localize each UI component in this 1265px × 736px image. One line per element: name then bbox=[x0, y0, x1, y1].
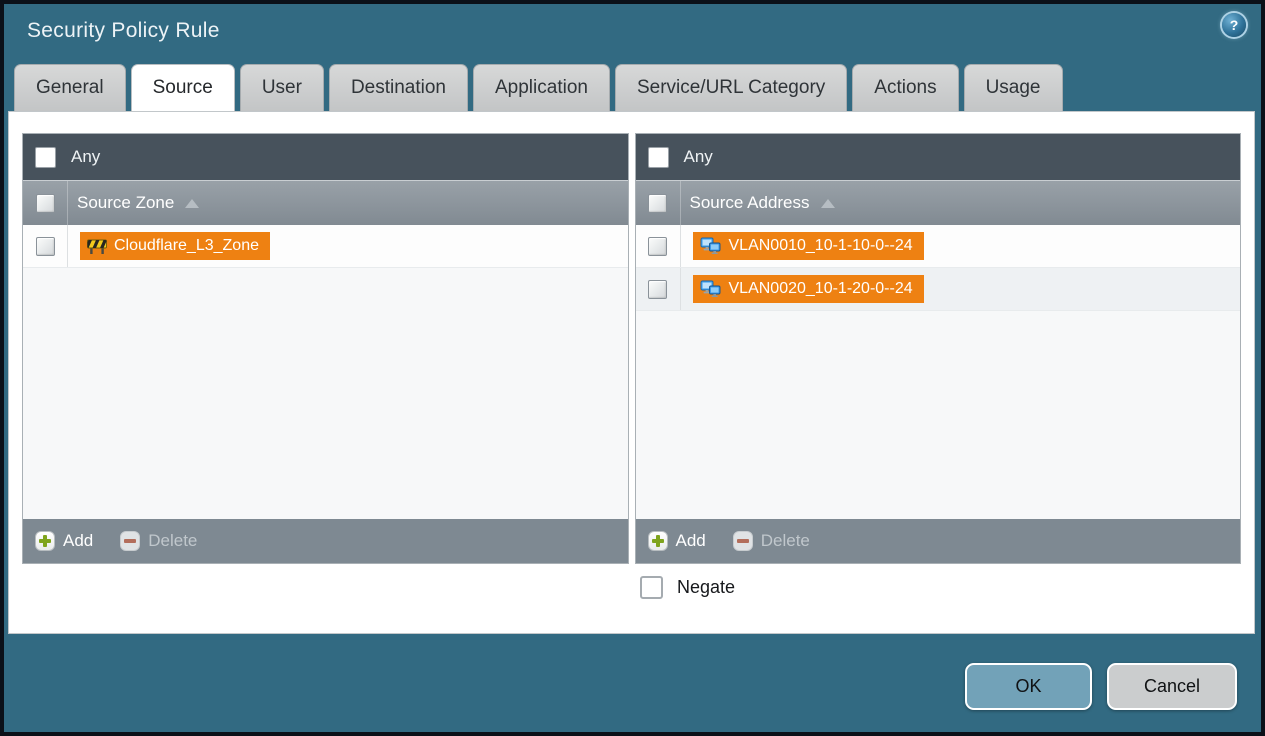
source-zone-list: Cloudflare_L3_Zone bbox=[23, 225, 628, 519]
source-tab-content: Any Source Zone Cloudflare_L3_Zone Add D… bbox=[8, 111, 1255, 634]
plus-icon bbox=[647, 531, 668, 551]
zone-icon bbox=[87, 239, 107, 254]
sort-ascending-icon bbox=[820, 198, 835, 208]
source-zone-any-header: Any bbox=[23, 134, 628, 180]
delete-button[interactable]: Delete bbox=[120, 531, 197, 551]
source-address-select-all-checkbox[interactable] bbox=[648, 193, 667, 213]
cancel-button[interactable]: Cancel bbox=[1107, 663, 1237, 710]
table-row-cloudflare-l3-zone[interactable]: Cloudflare_L3_Zone bbox=[23, 225, 628, 268]
tab-usage[interactable]: Usage bbox=[963, 64, 1063, 111]
security-policy-rule-dialog: Security Policy Rule ? General Source Us… bbox=[4, 4, 1261, 732]
add-label: Add bbox=[63, 531, 94, 550]
row-checkbox-cell bbox=[23, 225, 68, 267]
source-zone-any-label: Any bbox=[71, 147, 101, 166]
panels-container: Any Source Zone Cloudflare_L3_Zone Add D… bbox=[22, 133, 1241, 564]
source-address-any-checkbox[interactable] bbox=[647, 146, 669, 168]
add-label: Add bbox=[675, 531, 706, 550]
source-address-list: VLAN0010_10-1-10-0--24 VLAN0020_10-1-20-… bbox=[635, 225, 1240, 519]
row-checkbox[interactable] bbox=[648, 279, 667, 299]
source-address-footer: Add Delete bbox=[635, 519, 1240, 563]
tab-actions[interactable]: Actions bbox=[852, 64, 959, 111]
dialog-title: Security Policy Rule bbox=[27, 19, 220, 42]
source-zone-any-checkbox[interactable] bbox=[35, 146, 56, 168]
tab-bar: General Source User Destination Applicat… bbox=[4, 64, 1261, 111]
source-zone-select-all-cell bbox=[23, 181, 68, 225]
source-zone-panel: Any Source Zone Cloudflare_L3_Zone Add D… bbox=[22, 133, 629, 564]
row-checkbox[interactable] bbox=[35, 236, 55, 256]
row-checkbox[interactable] bbox=[648, 236, 667, 256]
sort-ascending-icon bbox=[185, 198, 200, 208]
table-row-vlan0010[interactable]: VLAN0010_10-1-10-0--24 bbox=[635, 225, 1240, 268]
source-address-any-label: Any bbox=[683, 147, 713, 166]
row-checkbox-cell bbox=[636, 268, 681, 310]
source-address-any-header: Any bbox=[635, 134, 1240, 180]
minus-icon bbox=[120, 531, 141, 551]
delete-label: Delete bbox=[760, 531, 810, 550]
address-name: VLAN0020_10-1-20-0--24 bbox=[728, 280, 913, 297]
address-icon bbox=[700, 237, 720, 254]
tab-service-url-category[interactable]: Service/URL Category bbox=[614, 64, 848, 111]
source-zone-select-all-checkbox[interactable] bbox=[35, 193, 55, 213]
source-zone-column-label: Source Zone bbox=[77, 193, 175, 212]
tab-user[interactable]: User bbox=[239, 64, 324, 111]
address-name: VLAN0010_10-1-10-0--24 bbox=[728, 237, 913, 254]
source-address-select-all-cell bbox=[636, 181, 681, 225]
add-button[interactable]: Add bbox=[35, 531, 93, 551]
dialog-actions: OK Cancel bbox=[965, 663, 1237, 710]
source-address-panel: Any Source Address VLAN0010_10-1-10-0--2… bbox=[634, 133, 1241, 564]
source-zone-footer: Add Delete bbox=[23, 519, 628, 563]
negate-checkbox[interactable] bbox=[640, 576, 663, 599]
tab-destination[interactable]: Destination bbox=[328, 64, 468, 111]
table-row-vlan0020[interactable]: VLAN0020_10-1-20-0--24 bbox=[635, 268, 1240, 311]
row-checkbox-cell bbox=[636, 225, 681, 267]
address-chip[interactable]: VLAN0010_10-1-10-0--24 bbox=[692, 232, 924, 260]
negate-label: Negate bbox=[677, 577, 736, 597]
tab-general[interactable]: General bbox=[14, 64, 126, 111]
ok-button[interactable]: OK bbox=[965, 663, 1092, 710]
negate-row: Negate bbox=[640, 576, 735, 599]
add-button[interactable]: Add bbox=[647, 531, 706, 551]
address-chip[interactable]: VLAN0020_10-1-20-0--24 bbox=[692, 275, 924, 303]
dialog-titlebar: Security Policy Rule ? bbox=[4, 4, 1261, 64]
delete-button[interactable]: Delete bbox=[732, 531, 810, 551]
zone-name: Cloudflare_L3_Zone bbox=[114, 237, 259, 254]
source-address-column-label: Source Address bbox=[689, 193, 810, 212]
help-icon[interactable]: ? bbox=[1222, 13, 1246, 37]
zone-chip[interactable]: Cloudflare_L3_Zone bbox=[80, 232, 270, 260]
source-zone-column-header[interactable]: Source Zone bbox=[23, 180, 628, 225]
plus-icon bbox=[35, 531, 55, 551]
tab-source[interactable]: Source bbox=[130, 64, 235, 111]
source-address-column-header[interactable]: Source Address bbox=[635, 180, 1240, 225]
tab-application[interactable]: Application bbox=[473, 64, 610, 111]
minus-icon bbox=[732, 531, 753, 551]
delete-label: Delete bbox=[148, 531, 198, 550]
address-icon bbox=[700, 280, 720, 297]
